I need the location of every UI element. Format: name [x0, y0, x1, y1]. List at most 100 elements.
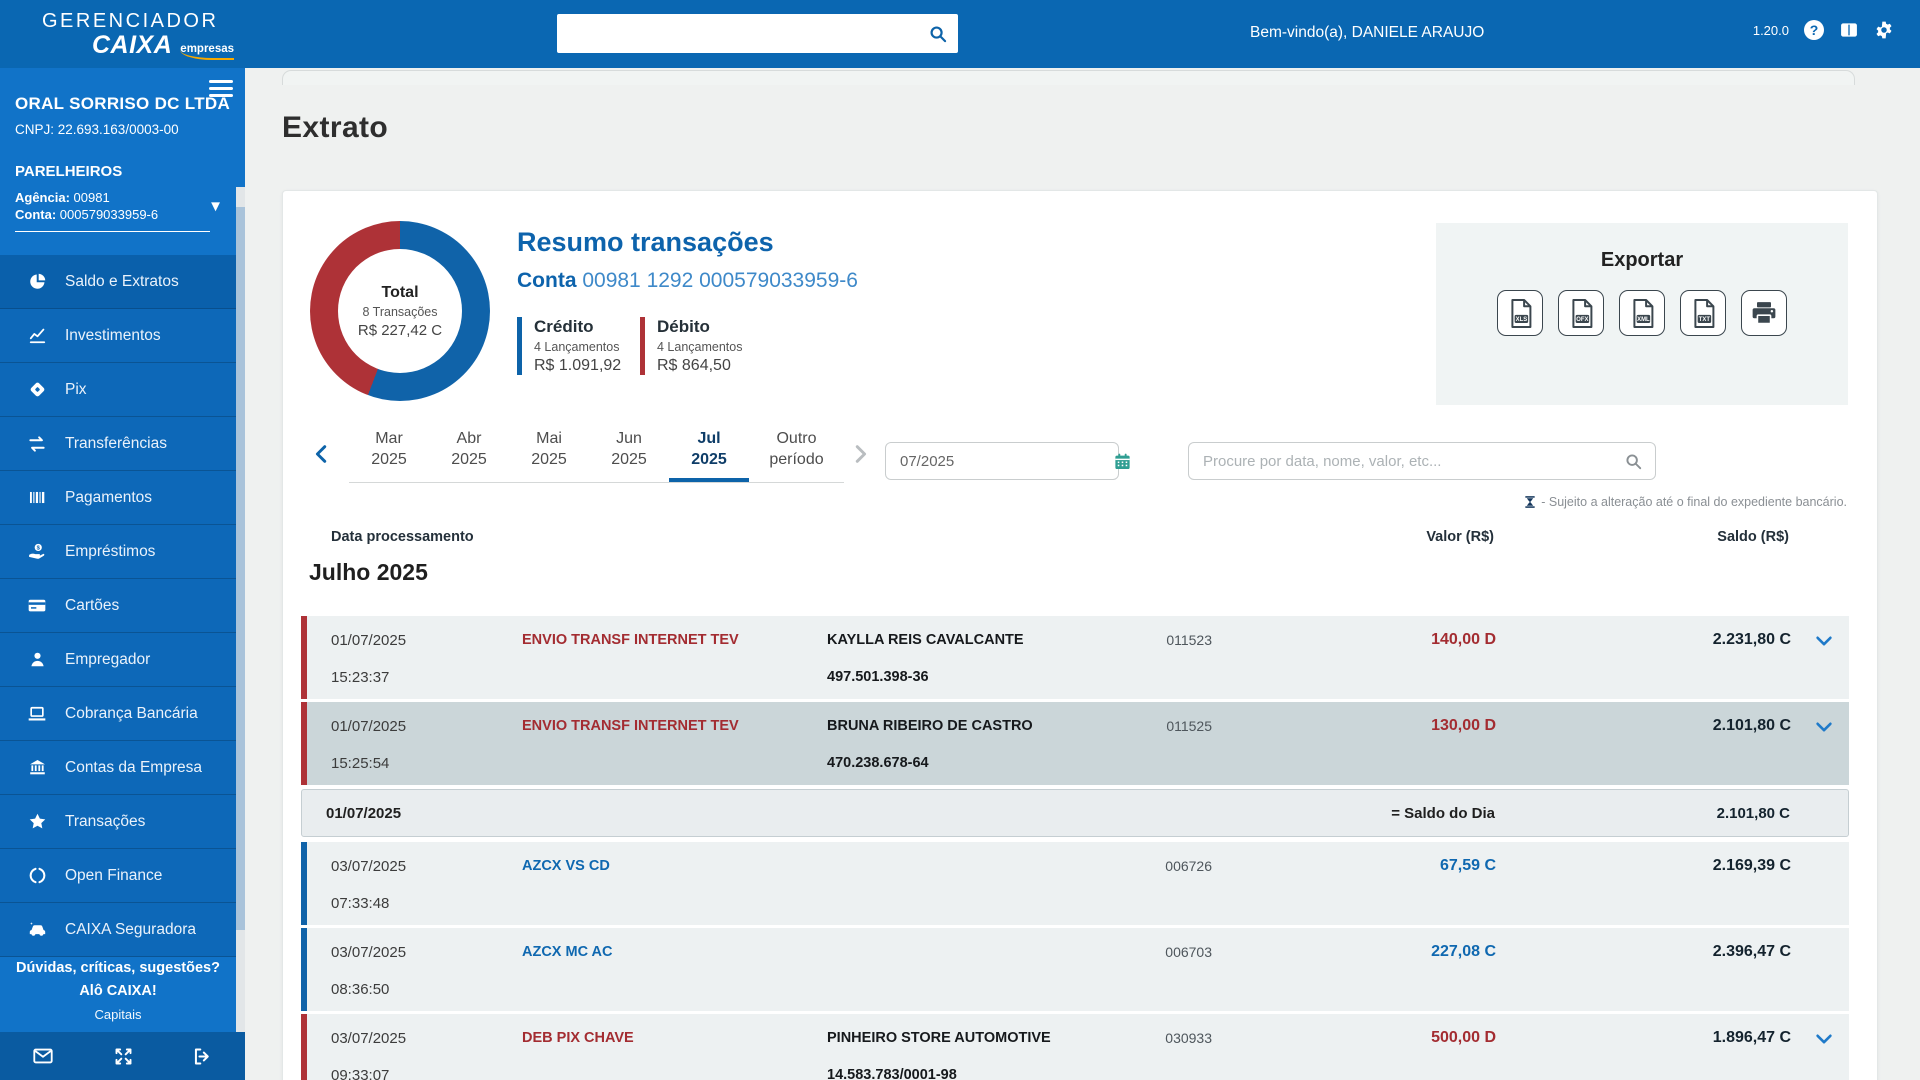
transaction-date: 01/07/2025	[331, 632, 406, 649]
file-xml-icon: XML	[1629, 298, 1656, 329]
sidebar-item-cartoes[interactable]: Cartões	[0, 579, 236, 633]
transaction-time: 09:33:07	[331, 1067, 389, 1080]
transaction-reference: 011523	[1152, 632, 1212, 648]
svg-text:XML: XML	[1637, 317, 1650, 323]
counterparty-name: PINHEIRO STORE AUTOMOTIVE	[827, 1030, 1051, 1046]
transaction-date: 03/07/2025	[331, 858, 406, 875]
chevron-down-icon[interactable]	[1813, 630, 1835, 657]
transaction-time: 07:33:48	[331, 895, 389, 912]
open-finance-icon	[26, 866, 48, 885]
debit-summary: Débito 4 Lançamentos R$ 864,50	[640, 317, 742, 375]
donut-total-value: R$ 227,42 C	[358, 322, 442, 339]
sidebar-item-cobranca-bancaria[interactable]: Cobrança Bancária	[0, 687, 236, 741]
sidebar-item-caixa-seguradora[interactable]: CAIXA Seguradora	[0, 903, 236, 957]
transaction-date: 01/07/2025	[331, 718, 406, 735]
transaction-row[interactable]: 01/07/2025 15:25:54 ENVIO TRANSF INTERNE…	[301, 702, 1849, 785]
file-xls-icon: XLS	[1507, 298, 1534, 329]
month-tabs: Mar2025Abr2025Mai2025Jun2025Jul2025Outro…	[349, 428, 844, 483]
pix-icon	[26, 380, 48, 399]
period-date-input[interactable]	[886, 453, 1113, 470]
tab-mar-2025[interactable]: Mar2025	[349, 428, 429, 482]
search-icon[interactable]	[928, 24, 948, 44]
sidebar-menu: Saldo e ExtratosInvestimentosPixTransfer…	[0, 255, 236, 957]
logo-line1: GERENCIADOR	[42, 10, 234, 33]
calendar-icon[interactable]	[1113, 452, 1132, 471]
account-selector-caret-icon[interactable]: ▼	[208, 198, 223, 215]
svg-text:TXT: TXT	[1698, 317, 1710, 323]
sidebar-scrollbar[interactable]	[236, 187, 245, 1032]
transactions-donut-chart: Total 8 Transações R$ 227,42 C	[310, 221, 490, 401]
global-search-input[interactable]	[557, 25, 928, 42]
branch-name: PARELHEIROS	[15, 163, 122, 180]
print-button[interactable]	[1741, 290, 1787, 336]
chevron-down-icon[interactable]	[1813, 1028, 1835, 1055]
donut-total-label: Total	[381, 284, 418, 302]
next-months-chevron-icon[interactable]	[849, 443, 871, 470]
sidebar-item-pagamentos[interactable]: Pagamentos	[0, 471, 236, 525]
version-label: 1.20.0	[1753, 23, 1789, 38]
tab-jul-2025[interactable]: Jul2025	[669, 428, 749, 482]
month-section-header: Julho 2025	[309, 559, 428, 586]
svg-text:OFX: OFX	[1576, 317, 1588, 323]
sidebar-item-emprestimos[interactable]: $Empréstimos	[0, 525, 236, 579]
expand-icon[interactable]	[113, 1046, 134, 1067]
sidebar-item-open-finance[interactable]: Open Finance	[0, 849, 236, 903]
previous-months-chevron-icon[interactable]	[311, 443, 333, 470]
help-icon[interactable]: ?	[1804, 20, 1824, 40]
mail-icon[interactable]	[32, 1045, 54, 1067]
transaction-value: 130,00 D	[1431, 717, 1496, 735]
transaction-row[interactable]: 03/07/2025 09:33:07 DEB PIX CHAVE PINHEI…	[301, 1014, 1849, 1080]
tab-mai-2025[interactable]: Mai2025	[509, 428, 589, 482]
summary-account: Conta 00981 1292 000579033959-6	[517, 269, 858, 293]
counterparty-name: KAYLLA REIS CAVALCANTE	[827, 632, 1024, 648]
search-icon[interactable]	[1624, 452, 1643, 471]
bank-icon	[26, 758, 48, 777]
transaction-value: 500,00 D	[1431, 1029, 1496, 1047]
line-chart-icon	[26, 326, 48, 345]
sidebar: ORAL SORRISO DC LTDA CNPJ: 22.693.163/00…	[0, 68, 245, 1080]
sidebar-item-transferencias[interactable]: Transferências	[0, 417, 236, 471]
credit-summary: Crédito 4 Lançamentos R$ 1.091,92	[517, 317, 621, 375]
chevron-down-icon[interactable]	[1813, 716, 1835, 743]
export-xls-button[interactable]: XLS	[1497, 290, 1543, 336]
panel-layout-icon[interactable]	[1839, 20, 1859, 40]
export-xml-button[interactable]: XML	[1619, 290, 1665, 336]
car-icon	[26, 919, 48, 940]
scrollbar-thumb[interactable]	[236, 207, 245, 930]
period-date-field	[885, 442, 1119, 480]
transaction-search-input[interactable]	[1189, 453, 1624, 470]
column-header-balance: Saldo (R$)	[1717, 529, 1789, 545]
sidebar-item-saldo-e-extratos[interactable]: Saldo e Extratos	[0, 255, 236, 309]
file-ofx-icon: OFX	[1568, 298, 1595, 329]
transaction-list: 01/07/2025 15:23:37 ENVIO TRANSF INTERNE…	[301, 616, 1849, 1080]
star-icon	[26, 812, 48, 831]
hourglass-icon	[1523, 495, 1537, 509]
logo-badge: empresas	[180, 43, 234, 60]
sidebar-item-pix[interactable]: Pix	[0, 363, 236, 417]
counterparty-name: BRUNA RIBEIRO DE CASTRO	[827, 718, 1033, 734]
sidebar-item-contas-da-empresa[interactable]: Contas da Empresa	[0, 741, 236, 795]
column-header-date: Data processamento	[331, 529, 474, 545]
sidebar-item-transacoes[interactable]: Transações	[0, 795, 236, 849]
tab-jun-2025[interactable]: Jun2025	[589, 428, 669, 482]
day-balance-label: = Saldo do Dia	[1391, 805, 1495, 822]
transaction-row[interactable]: 03/07/2025 07:33:48 AZCX VS CD 006726 67…	[301, 842, 1849, 925]
summary-title: Resumo transações	[517, 227, 774, 258]
transaction-row[interactable]: 01/07/2025 15:23:37 ENVIO TRANSF INTERNE…	[301, 616, 1849, 699]
export-ofx-button[interactable]: OFX	[1558, 290, 1604, 336]
counterparty-document: 14.583.783/0001-98	[827, 1067, 957, 1080]
agency-account-info: Agência: 00981 Conta: 000579033959-6	[15, 189, 158, 223]
tab-abr-2025[interactable]: Abr2025	[429, 428, 509, 482]
page-title: Extrato	[282, 111, 388, 145]
sidebar-item-label: Transações	[65, 813, 145, 831]
sidebar-item-empregador[interactable]: Empregador	[0, 633, 236, 687]
transaction-row[interactable]: 03/07/2025 08:36:50 AZCX MC AC 006703 22…	[301, 928, 1849, 1011]
gear-icon[interactable]	[1874, 20, 1894, 40]
export-txt-button[interactable]: TXT	[1680, 290, 1726, 336]
caixa-logo: GERENCIADOR CAIXA empresas	[42, 10, 234, 60]
sidebar-item-investimentos[interactable]: Investimentos	[0, 309, 236, 363]
tab-outro-periodo[interactable]: Outroperíodo	[749, 428, 844, 482]
laptop-icon	[26, 704, 48, 724]
logout-icon[interactable]	[192, 1046, 213, 1067]
header-actions: 1.20.0 ?	[1753, 20, 1894, 40]
